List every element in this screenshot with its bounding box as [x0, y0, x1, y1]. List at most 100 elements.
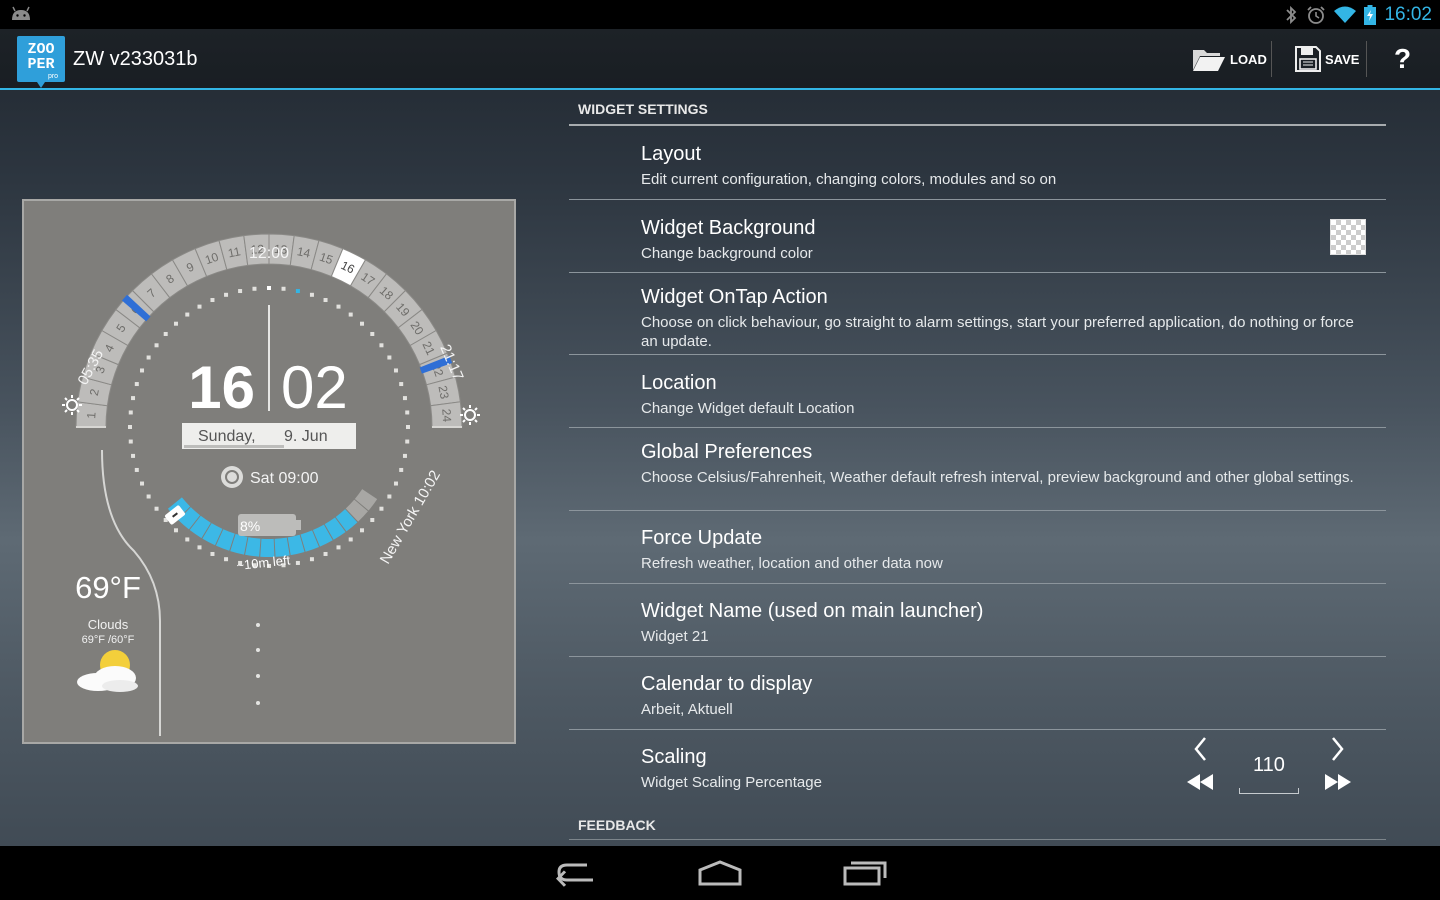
- minute-dot: [379, 343, 384, 348]
- status-bar: 16:02: [0, 0, 1440, 29]
- pref-summary: Choose Celsius/Fahrenheit, Weather defau…: [641, 469, 1354, 486]
- pref-title: Force Update: [641, 527, 763, 549]
- minute-dot: [399, 382, 404, 387]
- minute-dot: [370, 331, 375, 336]
- minute-dot: [197, 304, 202, 309]
- minute-dot: [360, 528, 365, 533]
- minute-dot: [128, 425, 132, 429]
- svg-text:PER: PER: [27, 56, 54, 73]
- fast-decrement-rewind-icon[interactable]: [1187, 774, 1213, 790]
- help-button[interactable]: ?: [1394, 41, 1411, 77]
- back-icon[interactable]: [553, 858, 601, 888]
- minute-dot: [134, 467, 139, 472]
- widget-clock-face: 123456789101112131415161718192021222324 …: [62, 233, 480, 736]
- pref-widget-name[interactable]: Widget Name (used on main launcher) Widg…: [569, 584, 1386, 657]
- floppy-disk-icon: [1295, 46, 1321, 72]
- minute-dot: [295, 289, 300, 294]
- minute-dot: [163, 331, 168, 336]
- scaling-value[interactable]: 110: [1239, 754, 1299, 777]
- minute-dot: [281, 286, 286, 291]
- minute-dot: [128, 410, 133, 415]
- weather-condition: Clouds: [88, 617, 129, 632]
- minute-dot: [379, 506, 384, 511]
- battery-remaining: ~10m left: [236, 552, 291, 573]
- minute-dot: [393, 481, 398, 486]
- minute-dot: [173, 321, 178, 326]
- minute-dot: [309, 292, 314, 297]
- minute-dot: [146, 494, 151, 499]
- page-dots: [256, 623, 260, 705]
- pref-title: Layout: [641, 143, 702, 165]
- folder-icon: [1193, 50, 1225, 71]
- minute-dot: [224, 557, 229, 562]
- minute-dot: [323, 298, 328, 303]
- partly-cloudy-icon: [77, 650, 138, 692]
- pref-title: Widget Background: [641, 217, 816, 239]
- recent-apps-icon[interactable]: [841, 858, 889, 888]
- hour-label: 1: [84, 411, 98, 419]
- pref-summary: Change Widget default Location: [641, 400, 855, 417]
- widget-preview[interactable]: 123456789101112131415161718192021222324 …: [22, 199, 516, 744]
- hour-label: 24: [439, 408, 454, 423]
- minute-dot: [252, 286, 257, 291]
- minute-dot: [348, 312, 353, 317]
- minute-dot: [146, 355, 151, 360]
- pref-location[interactable]: Location Change Widget default Location: [569, 355, 1386, 428]
- minute-dot: [336, 545, 341, 550]
- pref-title: Widget Name (used on main launcher): [641, 600, 984, 622]
- minute-dot: [224, 292, 229, 297]
- minute-dot: [267, 286, 271, 290]
- background-color-swatch[interactable]: [1330, 219, 1366, 255]
- pref-summary: Choose on click behaviour, go straight t…: [641, 314, 1354, 350]
- save-label: SAVE: [1325, 51, 1360, 67]
- battery-arc-segment: [245, 537, 261, 557]
- pref-global-preferences[interactable]: Global Preferences Choose Celsius/Fahren…: [569, 428, 1386, 511]
- pref-widget-ontap-action[interactable]: Widget OnTap Action Choose on click beha…: [569, 273, 1386, 355]
- minute-dot: [134, 382, 139, 387]
- minute-dot: [210, 551, 215, 556]
- minute-dot: [140, 481, 145, 486]
- pref-layout[interactable]: Layout Edit current configuration, chang…: [569, 126, 1386, 200]
- settings-panel[interactable]: WIDGET SETTINGS Layout Edit current conf…: [569, 90, 1386, 846]
- load-button[interactable]: LOAD: [1192, 41, 1267, 77]
- sunset-icon: [460, 405, 480, 425]
- bluetooth-icon: [1286, 5, 1297, 25]
- minute-dot: [140, 368, 145, 373]
- app-logo[interactable]: ZOO PER pro: [17, 36, 65, 88]
- minute-dot: [173, 528, 178, 533]
- minute-dot: [154, 343, 159, 348]
- navigation-bar: [0, 846, 1440, 900]
- scaling-stepper[interactable]: 110: [1183, 736, 1353, 800]
- pref-title: Widget OnTap Action: [641, 286, 828, 308]
- date-day: Sunday,: [198, 428, 256, 445]
- minute-dot: [387, 355, 392, 360]
- fast-increment-forward-icon[interactable]: [1325, 774, 1351, 790]
- sunrise-icon: [62, 395, 82, 415]
- section-header-feedback: FEEDBACK: [569, 810, 1386, 840]
- app-title: ZW v233031b: [73, 48, 198, 70]
- decrement-chevron-left-icon[interactable]: [1193, 736, 1207, 762]
- minute-dot: [128, 439, 133, 444]
- pref-force-update[interactable]: Force Update Refresh weather, location a…: [569, 511, 1386, 584]
- scaling-value-underline: [1239, 788, 1299, 794]
- pref-widget-background[interactable]: Widget Background Change background colo…: [569, 200, 1386, 273]
- pref-title: Calendar to display: [641, 673, 813, 695]
- home-icon[interactable]: [696, 858, 744, 888]
- zooper-logo-icon: ZOO PER pro: [17, 36, 65, 88]
- pref-calendar-to-display[interactable]: Calendar to display Arbeit, Aktuell: [569, 657, 1386, 730]
- pref-summary: Edit current configuration, changing col…: [641, 171, 1057, 188]
- date-progress: [184, 445, 284, 448]
- minute-dot: [185, 312, 190, 317]
- save-button[interactable]: SAVE: [1295, 41, 1359, 77]
- clock-hour: 16: [188, 354, 255, 421]
- noon-label: 12:00: [249, 245, 289, 262]
- status-clock: 16:02: [1384, 4, 1432, 25]
- action-separator: [1366, 41, 1367, 77]
- pref-scaling[interactable]: Scaling Widget Scaling Percentage 110: [569, 730, 1386, 810]
- minute-dot: [154, 506, 159, 511]
- increment-chevron-right-icon[interactable]: [1331, 736, 1345, 762]
- alarm-icon: [1307, 6, 1326, 24]
- pref-summary: Widget 21: [641, 628, 709, 645]
- status-icons: 16:02: [1284, 3, 1432, 27]
- minute-dot: [348, 537, 353, 542]
